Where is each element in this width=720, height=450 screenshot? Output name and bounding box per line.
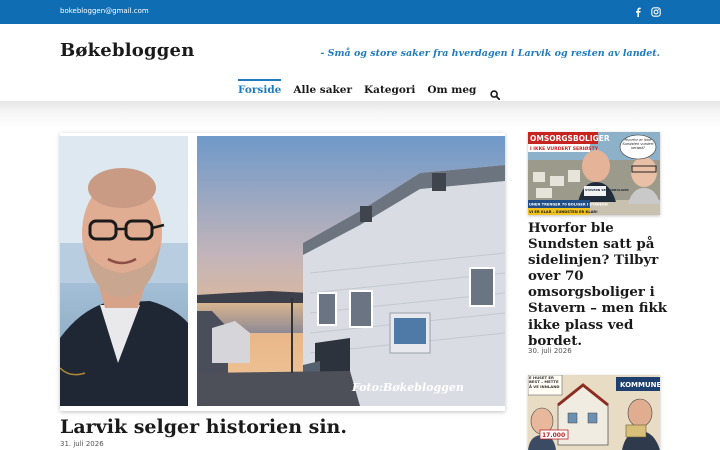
contact-email[interactable]: bokebloggen@gmail.com (60, 7, 149, 15)
facebook-icon[interactable] (632, 6, 644, 18)
thumb2-price: 17.000 (542, 432, 565, 439)
nav-item-forside[interactable]: Forside (238, 79, 282, 96)
sidebar-post-date-1: 30. juli 2026 (528, 347, 572, 355)
sidebar-post-title-1[interactable]: Hvorfor ble Sundsten satt på sidelinjen?… (528, 220, 668, 349)
nav-item-kategori[interactable]: Kategori (364, 80, 415, 96)
thumb1-sign: STAVERN SENIORBOLIGER (585, 188, 629, 192)
thumb2-left-note: E HUSET ER BEST – METTE Å VE INNLAND (529, 376, 560, 389)
sidebar-thumb-2[interactable]: E HUSET ER BEST – METTE Å VE INNLAND 17.… (528, 375, 660, 450)
feature-date: 31. juli 2026 (60, 440, 104, 448)
sidebar-thumb-1[interactable]: OMSORGSBOLIGER I IKKE VURDERT SERIØSTY S… (528, 132, 660, 215)
thumb1-bubble: Hvorfor er ikke Sundsten vurdert seriøst… (622, 138, 654, 150)
nav-item-om-meg[interactable]: Om meg (427, 80, 476, 96)
feature-title[interactable]: Larvik selger historien sin. (60, 416, 347, 438)
site-logo[interactable]: Bøkebloggen (60, 40, 194, 61)
instagram-icon[interactable] (650, 6, 662, 18)
top-bar: bokebloggen@gmail.com (0, 0, 720, 24)
main-nav: Forside Alle saker Kategori Om meg (238, 79, 501, 101)
nav-item-alle-saker[interactable]: Alle saker (293, 80, 352, 96)
site-header: Bøkebloggen - Små og store saker fra hve… (0, 24, 720, 101)
feature-image[interactable]: Foto:Bøkebloggen (60, 133, 505, 411)
thumb1-banner-sub: I IKKE VURDERT SERIØSTY (530, 145, 599, 152)
site-tagline: - Små og store saker fra hverdagen i Lar… (320, 48, 660, 59)
thumb1-bottom2: VI ER KLAR – SUNDSTEN ER KLAR! (529, 210, 598, 214)
thumb1-banner: OMSORGSBOLIGER (530, 134, 610, 143)
photo-watermark: Foto:Bøkebloggen (351, 381, 464, 394)
thumb2-right-sign: KOMMUNEN (620, 381, 660, 389)
header-shadow (0, 101, 720, 129)
thumb1-bottom1: UNEN TRENGER 70 BOLIGER I STAVERN (529, 203, 608, 207)
